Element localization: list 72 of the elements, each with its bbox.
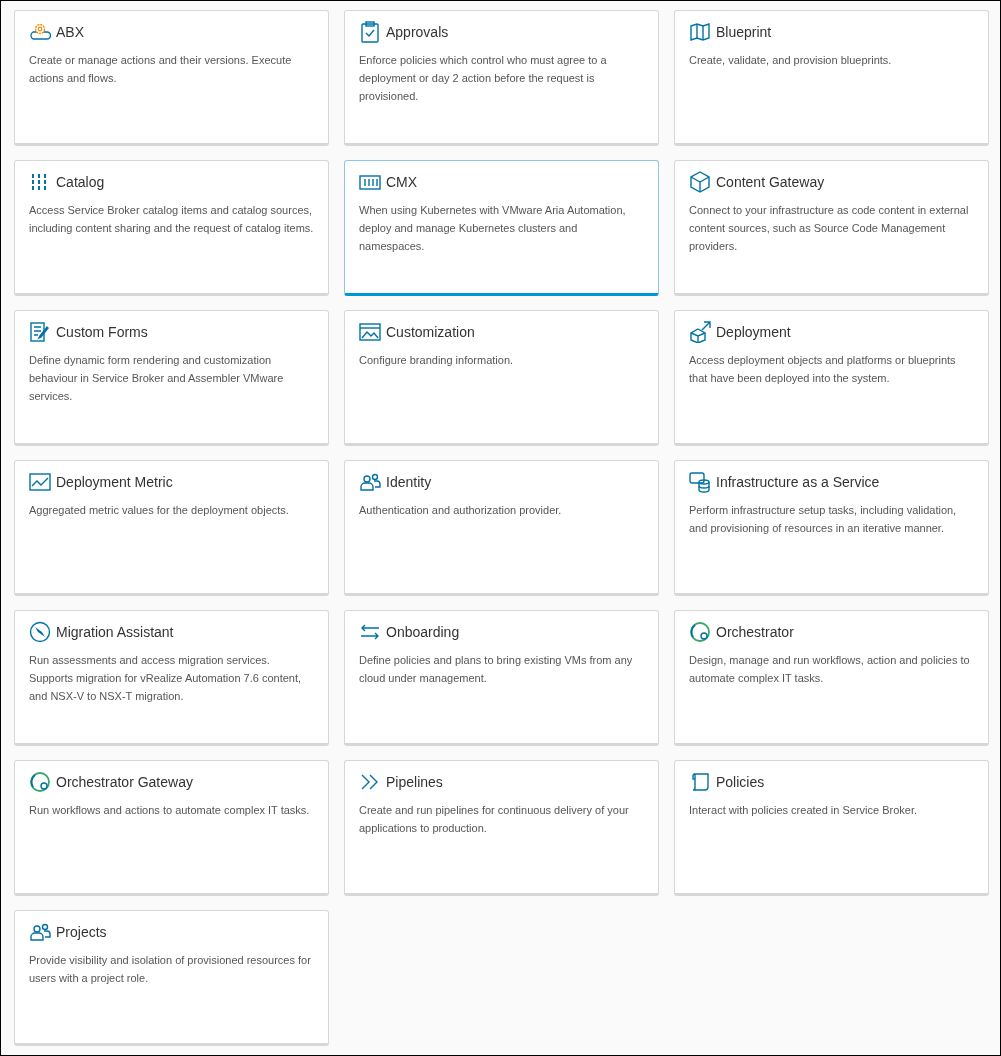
card-description: Enforce policies which control who must agree to a deployment or day 2 action before the request is provisioned.: [359, 53, 608, 104]
service-card[interactable]: Orchestrator Gateway Run workflows and actions to automate complex IT tasks.: [14, 760, 329, 896]
users-icon: [29, 921, 51, 943]
card-description: When using Kubernetes with VMware Aria Automation, deploy and manage Kubernetes clusters and namespaces.: [359, 203, 627, 254]
service-card[interactable]: Onboarding Define policies and plans to bring existing VMs from any cloud under management.: [344, 610, 659, 746]
map-icon: [689, 21, 711, 43]
clipboard-check-icon: [359, 21, 381, 43]
card-description: Run workflows and actions to automate complex IT tasks.: [29, 803, 311, 818]
card-title: Custom Forms: [56, 324, 148, 340]
users-icon: [359, 471, 381, 493]
card-title: Orchestrator: [716, 624, 794, 640]
service-card[interactable]: Orchestrator Design, manage and run workflows, action and policies to automate complex IT tasks.: [674, 610, 989, 746]
card-description: Provide visibility and isolation of provisioned resources for users with a project role.: [29, 953, 312, 986]
card-title: ABX: [56, 24, 84, 40]
card-title: Onboarding: [386, 624, 460, 640]
service-card[interactable]: Custom Forms Define dynamic form rendering and customization behaviour in Service Broker and Assembler VMware services.: [14, 310, 329, 446]
card-title: Catalog: [56, 174, 105, 190]
card-description: Create and run pipelines for continuous delivery of your applications to production.: [359, 803, 630, 836]
service-card[interactable]: Policies Interact with policies created in Service Broker.: [674, 760, 989, 896]
card-title: Pipelines: [386, 774, 443, 790]
card-description: Authentication and authorization provider.: [359, 503, 563, 518]
service-card[interactable]: Approvals Enforce policies which control who must agree to a deployment or day 2 action before the request is provisioned.: [344, 10, 659, 146]
card-description: Aggregated metric values for the deployment objects.: [29, 503, 290, 518]
card-title: Orchestrator Gateway: [56, 774, 193, 790]
service-card[interactable]: Content Gateway Connect to your infrastructure as code content in external content sources, such as Source Code Management providers.: [674, 160, 989, 296]
service-card[interactable]: Infrastructure as a Service Perform infrastructure setup tasks, including validation, and provisioning of resources in an iterative manner.: [674, 460, 989, 596]
card-description: Perform infrastructure setup tasks, including validation, and provisioning of resources in an iterative manner.: [689, 503, 958, 536]
card-title: Content Gateway: [716, 174, 825, 190]
card-title: Policies: [716, 774, 765, 790]
card-description: Create, validate, and provision blueprints.: [689, 53, 893, 68]
service-card[interactable]: CMX When using Kubernetes with VMware Aria Automation, deploy and manage Kubernetes clusters and namespaces.: [344, 160, 659, 296]
card-description: Design, manage and run workflows, action and policies to automate complex IT tasks.: [689, 653, 971, 686]
card-description: Define dynamic form rendering and customization behaviour in Service Broker and Assembler VMware services.: [29, 353, 285, 404]
card-title: Identity: [386, 474, 432, 490]
image-icon: [359, 321, 381, 343]
card-description: Configure branding information.: [359, 353, 515, 368]
card-title: Deployment: [716, 324, 791, 340]
card-description: Interact with policies created in Service Broker.: [689, 803, 919, 818]
service-card[interactable]: Deployment Metric Aggregated metric values for the deployment objects.: [14, 460, 329, 596]
card-description: Connect to your infrastructure as code content in external content sources, such as Source Code Management providers.: [689, 203, 970, 254]
card-description: Run assessments and access migration services. Supports migration for vRealize Automation 7.6 content, and NSX-V to NSX-T migration.: [29, 653, 303, 704]
cube-icon: [689, 171, 711, 193]
card-title: Infrastructure as a Service: [716, 474, 880, 490]
card-title: Blueprint: [716, 24, 772, 40]
service-card[interactable]: Identity Authentication and authorization provider.: [344, 460, 659, 596]
card-description: Access Service Broker catalog items and catalog sources, including content sharing and the request of catalog items.: [29, 203, 314, 236]
orchestrator-icon: [29, 771, 51, 793]
service-card[interactable]: Projects Provide visibility and isolation of provisioned resources for users with a project role.: [14, 910, 329, 1046]
service-card[interactable]: Blueprint Create, validate, and provision blueprints.: [674, 10, 989, 146]
service-card[interactable]: Catalog Access Service Broker catalog items and catalog sources, including content sharing and the request of catalog items.: [14, 160, 329, 296]
card-title: Projects: [56, 924, 107, 940]
card-description: Define policies and plans to bring existing VMs from any cloud under management.: [359, 653, 634, 686]
compass-icon: [29, 621, 51, 643]
scroll-icon: [689, 771, 711, 793]
card-title: Migration Assistant: [56, 624, 174, 640]
card-title: CMX: [386, 174, 418, 190]
card-title: Deployment Metric: [56, 474, 173, 490]
orchestrator-icon: [689, 621, 711, 643]
card-title: Customization: [386, 324, 475, 340]
gear-cloud-icon: [29, 21, 51, 43]
service-card[interactable]: Deployment Access deployment objects and platforms or blueprints that have been deployed into the system.: [674, 310, 989, 446]
service-card[interactable]: Pipelines Create and run pipelines for continuous delivery of your applications to production.: [344, 760, 659, 896]
card-description: Create or manage actions and their versions. Execute actions and flows.: [29, 53, 293, 86]
service-card[interactable]: ABX Create or manage actions and their versions. Execute actions and flows.: [14, 10, 329, 146]
card-title: Approvals: [386, 24, 449, 40]
line-chart-icon: [29, 471, 51, 493]
database-icon: [689, 471, 711, 493]
service-card[interactable]: Migration Assistant Run assessments and access migration services. Supports migration for vRealize Automation 7.6 content, and NSX-V to NSX-T migration.: [14, 610, 329, 746]
cube-arrow-icon: [689, 321, 711, 343]
form-pen-icon: [29, 321, 51, 343]
card-description: Access deployment objects and platforms or blueprints that have been deployed into the system.: [689, 353, 957, 386]
service-card[interactable]: Customization Configure branding information.: [344, 310, 659, 446]
